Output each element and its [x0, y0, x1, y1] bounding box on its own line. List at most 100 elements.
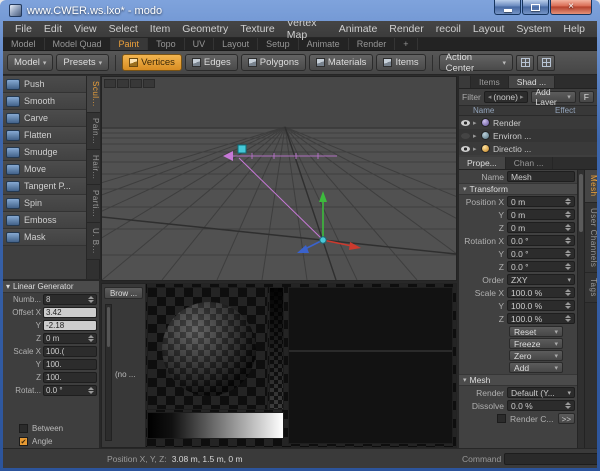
order-select[interactable]: ZXY▾	[507, 274, 575, 285]
position-z-field[interactable]: 0 m	[507, 222, 575, 233]
tree-row-environment[interactable]: ▸ Environ ...	[459, 129, 597, 142]
minimize-button[interactable]	[494, 0, 521, 15]
spinner-icon[interactable]	[565, 302, 571, 309]
secondary-preview-pane[interactable]	[288, 287, 453, 444]
eye-icon[interactable]	[461, 120, 470, 126]
tree-row-render[interactable]: ▸ Render	[459, 116, 597, 129]
viewport-3d[interactable]	[101, 76, 457, 281]
value-gradient-bar[interactable]	[147, 412, 284, 439]
layout-tab-add[interactable]: +	[395, 38, 417, 50]
rotation-x-field[interactable]: 0.0 °	[507, 235, 575, 246]
alpha-gradient-strip[interactable]	[269, 287, 284, 410]
viewport-canvas[interactable]	[102, 77, 456, 280]
tool-flatten[interactable]: Flatten	[3, 127, 86, 144]
spinner-icon[interactable]	[565, 250, 571, 257]
props-tab-user-channels[interactable]: User Channels	[585, 203, 597, 273]
spinner-icon[interactable]	[565, 224, 571, 231]
viewport-shade-button[interactable]	[117, 79, 129, 88]
image-list-scrollbar[interactable]	[105, 304, 112, 441]
scale-x-field-lg[interactable]: 100.(	[43, 346, 97, 357]
tree-row-directional-light[interactable]: ▸ Directio ...	[459, 142, 597, 155]
tab-properties[interactable]: Prope...	[459, 157, 506, 169]
render-curves-checkbox[interactable]	[497, 414, 506, 423]
mode-button-vertices[interactable]: Vertices	[122, 54, 182, 71]
offset-y-field[interactable]: -2.18	[43, 320, 97, 331]
freeze-button[interactable]: Freeze▾	[509, 338, 563, 349]
toolbox-tab-sculpt[interactable]: Scul...	[87, 76, 100, 113]
viewport-style-button[interactable]	[104, 79, 116, 88]
maximize-button[interactable]	[522, 0, 549, 15]
angle-checkbox[interactable]: ✔	[19, 437, 28, 446]
eye-icon[interactable]	[461, 133, 470, 139]
spinner-icon[interactable]	[565, 198, 571, 205]
spinner-icon[interactable]	[565, 315, 571, 322]
spinner-icon[interactable]	[88, 335, 94, 342]
falloff-handle[interactable]	[238, 145, 246, 153]
linear-generator-header[interactable]: ▾ Linear Generator	[3, 281, 99, 293]
mode-button-edges[interactable]: Edges	[185, 54, 238, 71]
scale-y-field[interactable]: 100.0 %	[507, 300, 575, 311]
spinner-icon[interactable]	[88, 387, 94, 394]
spinner-icon[interactable]	[565, 402, 571, 409]
expand-icon[interactable]: ▸	[473, 119, 481, 127]
tool-smudge[interactable]: Smudge	[3, 144, 86, 161]
menu-system[interactable]: System	[510, 22, 557, 36]
tool-smooth[interactable]: Smooth	[3, 93, 86, 110]
workplane-button[interactable]	[537, 55, 555, 71]
spinner-icon[interactable]	[565, 263, 571, 270]
menu-geometry[interactable]: Geometry	[176, 22, 234, 36]
menu-select[interactable]: Select	[103, 22, 144, 36]
layout-tab-layout[interactable]: Layout	[214, 38, 258, 50]
layout-tab-render[interactable]: Render	[349, 38, 396, 50]
tool-mask[interactable]: Mask	[3, 229, 86, 246]
expand-icon[interactable]: ▸	[473, 145, 481, 153]
image-preview[interactable]	[147, 287, 268, 410]
offset-z-field[interactable]: 0 m	[43, 333, 97, 344]
scale-y-field-lg[interactable]: 100.	[43, 359, 97, 370]
layout-tab-uv[interactable]: UV	[185, 38, 215, 50]
scale-z-field-lg[interactable]: 100.	[43, 372, 97, 383]
toolbox-tab-paint[interactable]: Pain...	[87, 113, 100, 150]
menu-help[interactable]: Help	[557, 22, 591, 36]
mode-button-polygons[interactable]: Polygons	[241, 54, 306, 71]
filter-f-button[interactable]: F	[579, 91, 594, 103]
tool-move[interactable]: Move	[3, 161, 86, 178]
menu-animate[interactable]: Animate	[333, 22, 384, 36]
presets-button[interactable]: Presets ▾	[56, 54, 109, 71]
add-layer-button[interactable]: Add Layer ▾	[531, 91, 576, 103]
properties-scrollbar[interactable]	[577, 170, 584, 448]
command-input[interactable]	[504, 453, 597, 465]
spinner-icon[interactable]	[565, 211, 571, 218]
menu-edit[interactable]: Edit	[38, 22, 68, 36]
add-button[interactable]: Add▾	[509, 362, 563, 373]
menu-render[interactable]: Render	[383, 22, 429, 36]
slider-right-icon[interactable]: ▸	[520, 93, 524, 101]
toolbox-tab-particles[interactable]: Parti...	[87, 185, 100, 223]
expand-icon[interactable]: ▸	[473, 132, 481, 140]
tool-tangent-pinch[interactable]: Tangent P...	[3, 178, 86, 195]
rotation-field-lg[interactable]: 0.0 °	[43, 385, 97, 396]
layout-tab-model-quad[interactable]: Model Quad	[45, 38, 111, 50]
reset-button[interactable]: Reset▾	[509, 326, 563, 337]
name-field[interactable]: Mesh	[507, 171, 575, 182]
snapping-button[interactable]	[516, 55, 534, 71]
menu-file[interactable]: File	[9, 22, 38, 36]
rotation-y-field[interactable]: 0.0 °	[507, 248, 575, 259]
titlebar[interactable]: www.CWER.ws.lxo* - modo ×	[3, 0, 597, 21]
tool-spin[interactable]: Spin	[3, 195, 86, 212]
origin-handle[interactable]	[320, 237, 326, 243]
spinner-icon[interactable]	[88, 296, 94, 303]
menu-layout[interactable]: Layout	[467, 22, 511, 36]
scale-z-field[interactable]: 100.0 %	[507, 313, 575, 324]
mode-button-items[interactable]: Items	[376, 54, 425, 71]
dissolve-field[interactable]: 0.0 %	[507, 400, 575, 411]
menu-item[interactable]: Item	[144, 22, 176, 36]
eye-icon[interactable]	[461, 146, 470, 152]
toolbox-tab-hair[interactable]: Hair...	[87, 150, 100, 185]
props-tab-tags[interactable]: Tags	[585, 273, 597, 303]
layout-tab-paint[interactable]: Paint	[111, 38, 149, 50]
props-tab-mesh[interactable]: Mesh	[585, 170, 597, 203]
scrollbar-thumb[interactable]	[107, 307, 110, 347]
spinner-icon[interactable]	[565, 289, 571, 296]
action-center-button[interactable]: Action Center ▾	[439, 54, 513, 71]
